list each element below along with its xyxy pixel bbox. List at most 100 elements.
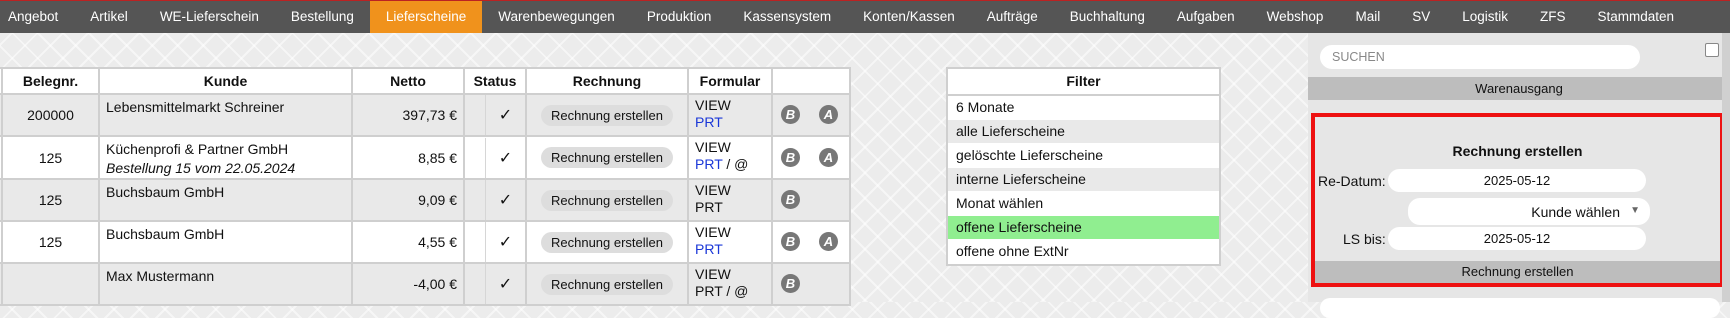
search-input[interactable]: SUCHEN	[1320, 45, 1640, 69]
column-header-kunde: Kunde	[98, 67, 353, 95]
column-header-formular: Formular	[687, 67, 773, 95]
ls-bis-label: LS bis:	[1343, 231, 1386, 247]
prt-link[interactable]: PRT	[695, 114, 723, 130]
belegnr-cell: 200000	[1, 93, 100, 137]
column-header-status: Status	[463, 67, 527, 95]
nav-item-bestellung[interactable]: Bestellung	[275, 1, 370, 33]
actions-cell: BA	[771, 93, 851, 137]
nav-item-stammdaten[interactable]: Stammdaten	[1582, 1, 1691, 33]
belegnr-cell	[1, 262, 100, 306]
nav-item-artikel[interactable]: Artikel	[74, 1, 144, 33]
nav-item-lieferscheine[interactable]: Lieferscheine	[369, 1, 483, 33]
filter-item[interactable]: offene ohne ExtNr	[948, 240, 1219, 264]
b-icon[interactable]: B	[781, 147, 800, 167]
kunde-cell: Lebensmittelmarkt Schreiner	[98, 93, 353, 137]
nav-item-konten-kassen[interactable]: Konten/Kassen	[847, 1, 971, 33]
belegnr-cell: 125	[1, 135, 100, 180]
customer-select-value: Kunde wählen	[1531, 203, 1620, 220]
kunde-cell: Max Mustermann	[98, 262, 353, 306]
view-link[interactable]: VIEW	[695, 182, 765, 199]
prt-link[interactable]: PRT	[695, 199, 723, 215]
b-icon[interactable]: B	[781, 190, 800, 209]
formular-cell: VIEW PRT	[687, 178, 773, 222]
customer-select[interactable]: Kunde wählen ▼	[1408, 198, 1650, 225]
view-link[interactable]: VIEW	[695, 139, 765, 156]
right-sidebar: SUCHEN Warenausgang Rechnung erstellen R…	[1308, 33, 1730, 318]
create-invoice-row-button[interactable]: Rechnung erstellen	[540, 189, 674, 211]
section-warenausgang[interactable]: Warenausgang	[1308, 77, 1730, 100]
order-reference: Bestellung 15 vom 22.05.2024	[106, 160, 296, 176]
actions-cell: B	[771, 262, 851, 306]
nav-item-produktion[interactable]: Produktion	[631, 1, 728, 33]
netto-cell: 9,09 €	[351, 178, 465, 222]
create-invoice-button[interactable]: Rechnung erstellen	[1315, 261, 1720, 283]
scrollbar[interactable]	[1722, 33, 1730, 302]
table-row[interactable]: 5Max Mustermann-4,00 €✓Rechnung erstelle…	[0, 262, 851, 306]
a-icon[interactable]: A	[819, 147, 838, 167]
table-row[interactable]: 5200000Lebensmittelmarkt Schreiner397,73…	[0, 93, 851, 137]
formular-cell: VIEW PRT / @	[687, 262, 773, 306]
view-link[interactable]: VIEW	[695, 97, 765, 114]
filter-item[interactable]: interne Lieferscheine	[948, 168, 1219, 192]
view-link[interactable]: VIEW	[695, 224, 765, 241]
prt-link[interactable]: PRT	[695, 156, 723, 172]
check-icon: ✓	[498, 107, 513, 124]
b-icon[interactable]: B	[781, 105, 800, 124]
re-datum-label: Re-Datum:	[1318, 173, 1386, 189]
table-row[interactable]: 5125Buchsbaum GmbH4,55 €✓Rechnung erstel…	[0, 220, 851, 264]
nav-item-angebot[interactable]: Angebot	[0, 1, 74, 33]
table-row[interactable]: 5125Buchsbaum GmbH9,09 €✓Rechnung erstel…	[0, 178, 851, 222]
filter-item[interactable]: gelöschte Lieferscheine	[948, 144, 1219, 168]
create-invoice-row-button[interactable]: Rechnung erstellen	[540, 104, 674, 126]
invoice-form-title: Rechnung erstellen	[1452, 143, 1583, 159]
nav-item-zfs[interactable]: ZFS	[1524, 1, 1582, 33]
email-link[interactable]: / @	[723, 283, 748, 299]
filter-panel: Filter 6 Monate alle Lieferscheine gelösch…	[946, 67, 1221, 266]
rechnung-cell: Rechnung erstellen	[525, 135, 689, 180]
actions-cell: BA	[771, 135, 851, 180]
nav-item-mail[interactable]: Mail	[1339, 1, 1396, 33]
create-invoice-row-button[interactable]: Rechnung erstellen	[540, 273, 674, 295]
filter-item[interactable]: Monat wählen	[948, 192, 1219, 216]
nav-item-buchhaltung[interactable]: Buchhaltung	[1054, 1, 1161, 33]
a-icon[interactable]: A	[819, 105, 838, 124]
email-link[interactable]: / @	[723, 156, 748, 172]
re-datum-field[interactable]: 2025-05-12	[1388, 169, 1646, 192]
bottom-input[interactable]	[1320, 298, 1720, 318]
rechnung-cell: Rechnung erstellen	[525, 220, 689, 264]
nav-item-we-lieferschein[interactable]: WE-Lieferschein	[144, 1, 275, 33]
check-icon: ✓	[498, 276, 513, 293]
filter-item[interactable]: 6 Monate	[948, 96, 1219, 120]
nav-item-warenbewegungen[interactable]: Warenbewegungen	[482, 1, 631, 33]
create-invoice-row-button[interactable]: Rechnung erstellen	[540, 147, 674, 168]
prt-link[interactable]: PRT	[695, 241, 723, 257]
ls-bis-field[interactable]: 2025-05-12	[1388, 227, 1646, 250]
panel-checkbox[interactable]	[1705, 43, 1719, 57]
actions-cell: B	[771, 178, 851, 222]
nav-item-aufgaben[interactable]: Aufgaben	[1161, 1, 1251, 33]
create-invoice-row-button[interactable]: Rechnung erstellen	[540, 231, 674, 253]
nav-item-webshop[interactable]: Webshop	[1251, 1, 1340, 33]
b-icon[interactable]: B	[781, 232, 800, 251]
top-navigation: Angebot Artikel WE-Lieferschein Bestellung L…	[0, 0, 1730, 33]
netto-cell: 4,55 €	[351, 220, 465, 264]
nav-item-aufträge[interactable]: Aufträge	[971, 1, 1054, 33]
nav-item-logistik[interactable]: Logistik	[1446, 1, 1524, 33]
filter-item[interactable]: offene Lieferscheine	[948, 216, 1219, 240]
filter-item[interactable]: alle Lieferscheine	[948, 120, 1219, 144]
formular-cell: VIEW PRT	[687, 93, 773, 137]
status-cell: ✓	[463, 93, 527, 137]
prt-link[interactable]: PRT	[695, 283, 723, 299]
view-link[interactable]: VIEW	[695, 266, 765, 283]
nav-item-sv[interactable]: SV	[1396, 1, 1446, 33]
check-icon: ✓	[498, 192, 513, 209]
nav-item-kassensystem[interactable]: Kassensystem	[727, 1, 847, 33]
a-icon[interactable]: A	[819, 232, 838, 251]
kunde-cell: Küchenprofi & Partner GmbH Bestellung 15 …	[98, 135, 353, 180]
b-icon[interactable]: B	[781, 274, 800, 293]
check-icon: ✓	[498, 149, 513, 167]
actions-cell: BA	[771, 220, 851, 264]
table-row[interactable]: 5125Küchenprofi & Partner GmbHBestellung…	[0, 135, 851, 180]
belegnr-cell: 125	[1, 178, 100, 222]
customer-name: Buchsbaum GmbH	[106, 226, 225, 242]
